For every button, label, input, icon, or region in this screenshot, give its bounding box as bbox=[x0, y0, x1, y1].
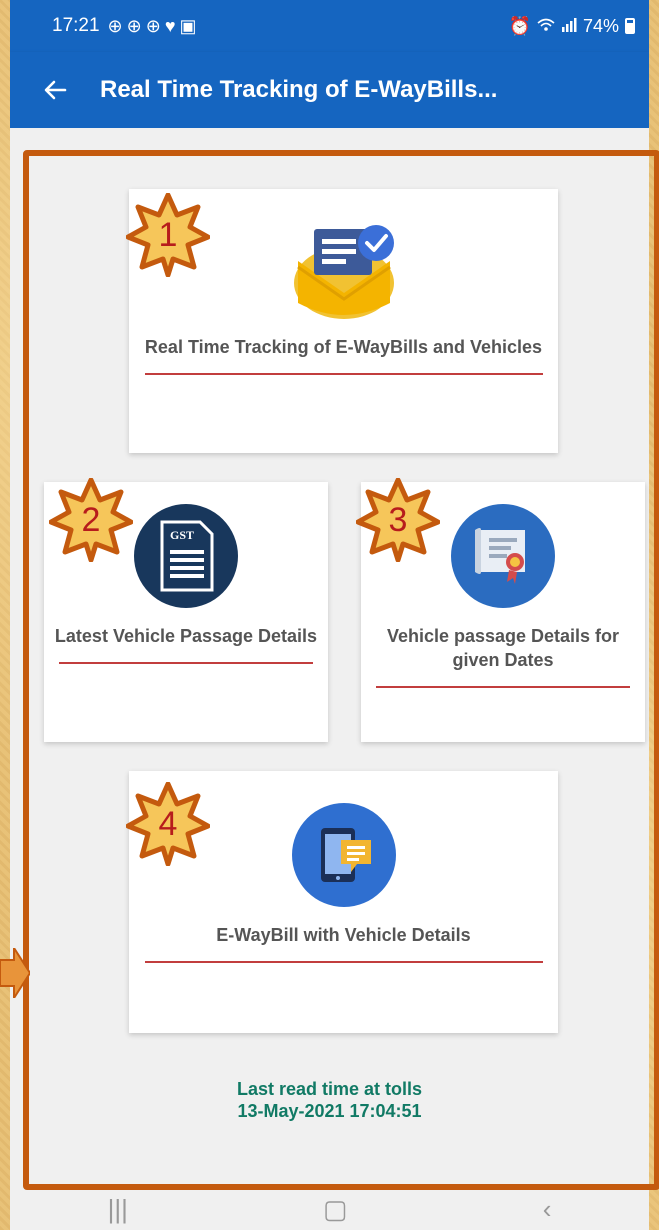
gst-label: GST bbox=[169, 527, 194, 542]
main-content: Real Time Tracking of E-WayBills and Veh… bbox=[10, 128, 649, 1188]
recents-icon[interactable]: ||| bbox=[108, 1194, 128, 1225]
badge-2: 2 bbox=[48, 477, 134, 563]
card-label: Real Time Tracking of E-WayBills and Veh… bbox=[144, 337, 543, 357]
wifi-icon bbox=[537, 16, 555, 37]
back-button[interactable] bbox=[10, 52, 100, 128]
heart-icon: ♥ bbox=[164, 15, 176, 36]
alarm-icon: ⏰ bbox=[508, 15, 531, 36]
status-bar: 17:21 ⊕ ⊕ ⊕ ♥ ▣ ⏰ 74% bbox=[10, 0, 649, 52]
card-underline bbox=[144, 373, 543, 375]
system-nav-bar: ||| ▢ ‹ bbox=[10, 1188, 649, 1230]
badge-number: 1 bbox=[158, 215, 178, 254]
card-label: Vehicle passage Details for given Dates bbox=[386, 626, 620, 670]
last-read-time-label: Last read time at tolls bbox=[236, 1079, 423, 1099]
certificate-icon bbox=[451, 504, 555, 608]
badge-1: 1 bbox=[125, 192, 211, 278]
app-bar: Real Time Tracking of E-WayBills... bbox=[10, 52, 649, 128]
page-title: Real Time Tracking of E-WayBills... bbox=[100, 76, 498, 103]
home-icon[interactable]: ▢ bbox=[323, 1194, 348, 1225]
battery-icon bbox=[625, 18, 635, 34]
notification-icon: ⊕ bbox=[145, 15, 161, 36]
tablet-chat-icon bbox=[291, 803, 396, 907]
badge-number: 4 bbox=[158, 804, 178, 843]
status-time: 17:21 bbox=[52, 15, 100, 36]
notification-icon: ⊕ bbox=[107, 15, 123, 36]
pointer-arrow-icon bbox=[0, 948, 30, 998]
card-underline bbox=[144, 961, 543, 963]
gst-document-icon: GST bbox=[134, 504, 238, 608]
notification-icon: ⊕ bbox=[126, 15, 142, 36]
image-icon: ▣ bbox=[179, 15, 197, 36]
signal-icon bbox=[561, 16, 577, 37]
badge-number: 2 bbox=[81, 500, 101, 539]
notification-icons: ⊕ ⊕ ⊕ ♥ ▣ bbox=[108, 16, 197, 37]
last-read-time-value: 13-May-2021 17:04:51 bbox=[237, 1101, 422, 1121]
arrow-left-icon bbox=[44, 80, 67, 100]
card-label: E-WayBill with Vehicle Details bbox=[216, 925, 471, 945]
envelope-check-icon bbox=[292, 223, 396, 319]
card-underline bbox=[376, 686, 630, 688]
badge-4: 4 bbox=[125, 781, 211, 867]
card-label: Latest Vehicle Passage Details bbox=[54, 626, 318, 646]
back-nav-icon[interactable]: ‹ bbox=[543, 1194, 552, 1225]
phone-screen: 17:21 ⊕ ⊕ ⊕ ♥ ▣ ⏰ 74% Real Time Tracking… bbox=[10, 0, 649, 1230]
badge-3: 3 bbox=[355, 477, 441, 563]
card-underline bbox=[59, 662, 313, 664]
badge-number: 3 bbox=[388, 500, 408, 539]
battery-percent: 74% bbox=[582, 15, 619, 36]
